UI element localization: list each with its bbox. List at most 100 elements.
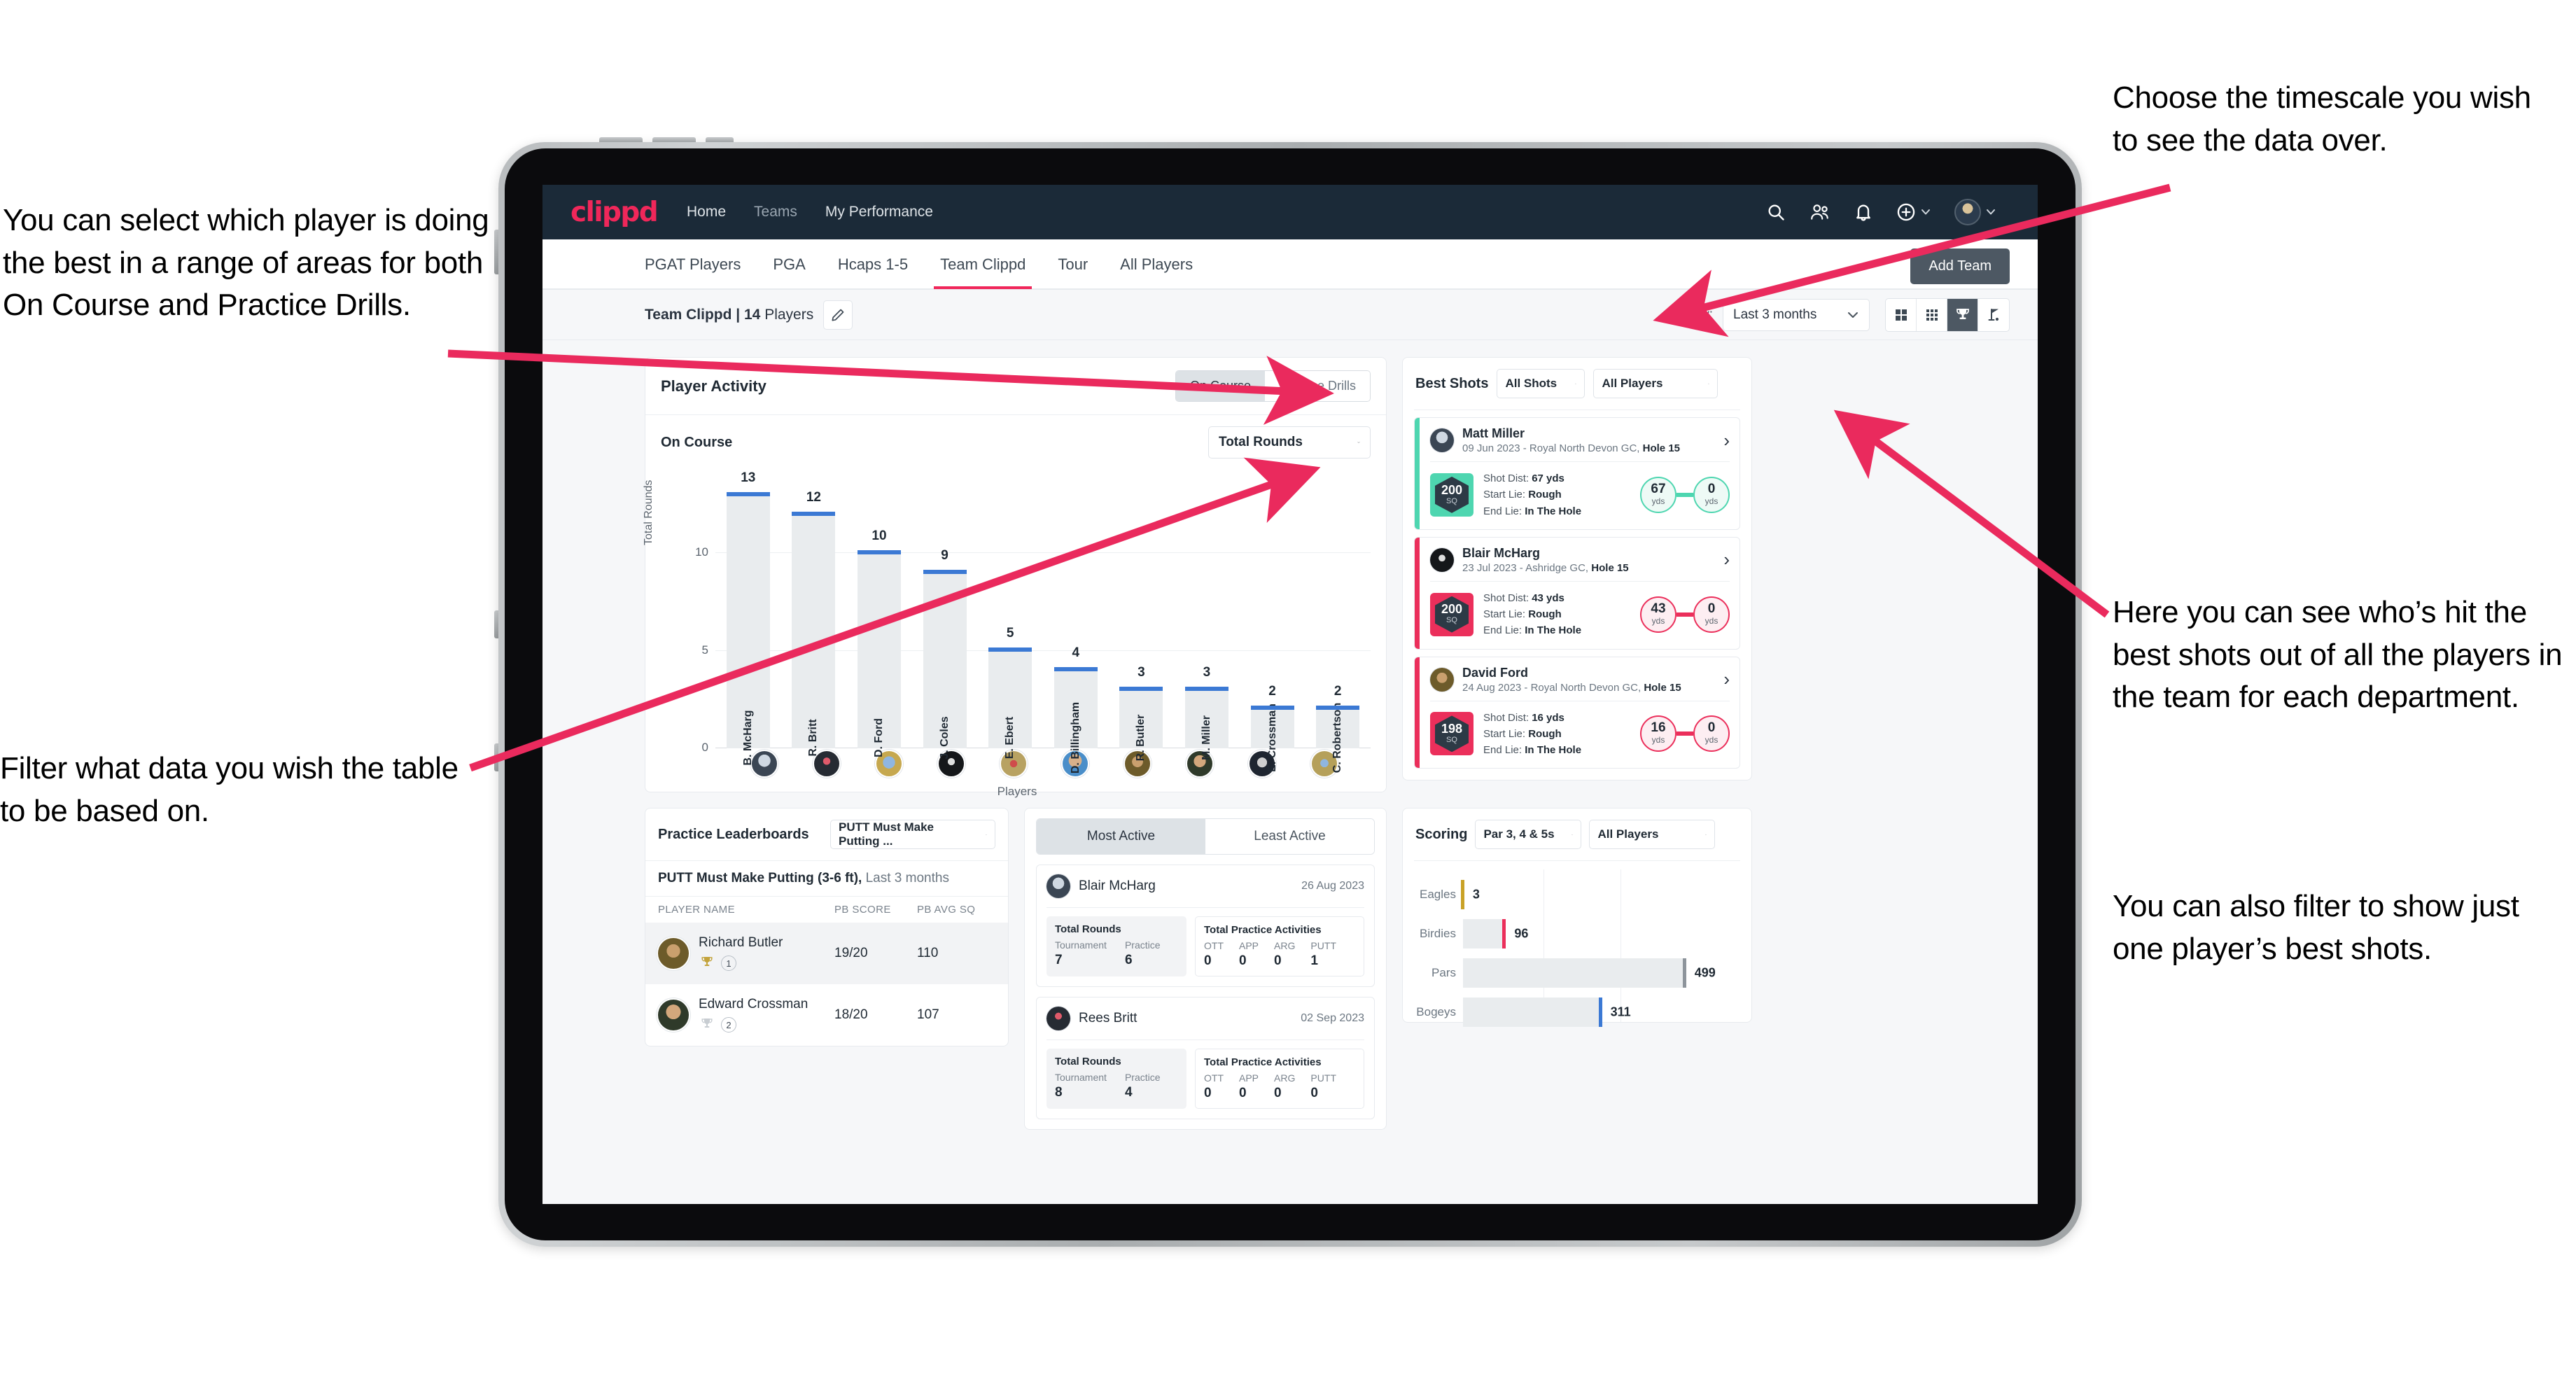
bar[interactable]: R. Butler [1119,686,1163,761]
scoring-player-filter-value: All Players [1597,827,1659,841]
total-rounds-title: Total Rounds [1055,923,1121,935]
bottom-panels: Practice Leaderboards PUTT Must Make Put… [542,792,2038,1130]
bar-group[interactable]: 9 J. Coles [912,475,978,760]
activity-player-card[interactable]: Rees Britt 02 Sep 2023 Total Rounds Tournam… [1036,997,1375,1119]
scoring-bar-row[interactable]: Pars 499 [1415,953,1740,993]
tab-tour[interactable]: Tour [1058,241,1088,288]
best-shot-card[interactable]: Matt Miller 09 Jun 2023 - Royal North Dev… [1414,417,1740,530]
chevron-right-icon[interactable]: › [1723,549,1730,570]
bar-group[interactable]: 12 R. Britt [781,475,847,757]
scoring-player-filter[interactable]: All Players [1589,820,1716,849]
leaderboard-badges: 1 [699,955,834,972]
bar[interactable]: M. Miller [1184,686,1228,760]
bar-group[interactable]: 3 R. Butler [1109,475,1175,761]
drill-select[interactable]: PUTT Must Make Putting ... [830,820,995,849]
stat-value: 0 [1274,953,1282,968]
clippd-logo[interactable]: clippd [570,197,659,228]
tab-all-players[interactable]: All Players [1120,241,1193,288]
scoring-par-filter[interactable]: Par 3, 4 & 5s [1475,820,1582,849]
bar-value-label: 12 [806,489,821,505]
start-distance-node: 16 yds [1640,715,1676,752]
tab-team-clippd[interactable]: Team Clippd [934,241,1032,289]
scoring-value-label: 311 [1610,1004,1631,1019]
bar[interactable]: B. McHarg [726,491,770,766]
chevron-right-icon[interactable]: › [1723,430,1730,451]
tab-hcaps-1-5[interactable]: Hcaps 1-5 [838,241,908,288]
tab-most-active[interactable]: Most Active [1037,819,1205,854]
activity-player-card[interactable]: Blair McHarg 26 Aug 2023 Total Rounds Tourn… [1036,864,1375,987]
nav-link-teams[interactable]: Teams [754,204,797,220]
stat-value: 7 [1055,953,1063,967]
trophy-icon[interactable] [1947,298,1978,331]
player-avatar[interactable] [658,1000,689,1030]
shot-accent-bar [1415,537,1420,649]
bar-group[interactable]: 5 E. Ebert [977,475,1043,759]
chevron-right-icon[interactable]: › [1723,668,1730,690]
tab-pga[interactable]: PGA [773,241,805,288]
edit-team-button[interactable] [823,300,853,330]
users-icon[interactable] [1809,202,1830,222]
player-avatar[interactable] [1046,1007,1070,1030]
bar[interactable]: J. Coles [923,569,967,760]
segment-practice-drills[interactable]: Practice Drills [1264,371,1370,401]
metric-select[interactable]: Total Rounds [1208,426,1371,458]
drill-select-value: PUTT Must Make Putting ... [839,820,934,848]
bar[interactable]: D. Billingham [1054,666,1098,774]
activity-card-header: Blair McHarg 26 Aug 2023 [1037,865,1374,907]
nav-link-home[interactable]: Home [687,204,726,220]
best-shots-shot-filter[interactable]: All Shots [1497,369,1586,398]
stat-value: 0 [1310,1086,1318,1100]
bar[interactable]: D. Ford [857,550,901,757]
best-shot-card[interactable]: David Ford 24 Aug 2023 - Royal North Devo… [1414,656,1740,769]
scoring-bar-row[interactable]: Bogeys 311 [1415,993,1740,1032]
player-avatar[interactable] [1430,667,1454,692]
scoring-bar-row[interactable]: Birdies 96 [1415,914,1740,953]
stat-key: Tournament [1055,1072,1107,1083]
total-rounds-box: Total Rounds Tournament 7 Practice 6 [1046,916,1186,976]
bar-group[interactable]: 2 E. Crossman [1240,475,1306,772]
bell-icon[interactable] [1854,202,1872,222]
player-avatar[interactable] [1430,547,1454,572]
plus-circle-icon[interactable] [1896,202,1931,222]
best-shot-header: Matt Miller 09 Jun 2023 - Royal North Dev… [1415,418,1740,461]
best-shots-player-filter[interactable]: All Players [1593,369,1718,398]
grid-9-icon[interactable] [1917,298,1947,331]
activity-segment-control: On Course Practice Drills [1175,370,1371,402]
bar[interactable]: R. Britt [792,511,836,757]
bar-group[interactable]: 3 M. Miller [1174,475,1240,760]
timescale-select[interactable]: Last 3 months [1723,298,1870,331]
bar[interactable]: C. Robertson [1316,703,1360,773]
golf-flag-icon[interactable] [1978,299,2009,331]
scoring-bar-row[interactable]: Eagles 3 [1415,875,1740,914]
player-avatar[interactable] [1430,428,1454,452]
search-icon[interactable] [1766,202,1786,222]
grid-4-icon[interactable] [1886,298,1917,331]
bar-group[interactable]: 13 B. McHarg [715,470,781,766]
player-avatar[interactable] [750,750,779,778]
player-avatar[interactable] [1046,874,1070,898]
show-label: Show: [1676,307,1713,322]
best-shot-card[interactable]: Blair McHarg 23 Jul 2023 - Ashridge GC, H… [1414,536,1740,650]
chart-player-avatars [664,750,1371,778]
bar-group[interactable]: 2 C. Robertson [1305,475,1371,773]
tab-pgat-players[interactable]: PGAT Players [645,241,741,288]
scoring-chart: Eagles 3 Birdies 96 Pars 499 Bogeys 311 [1403,861,1751,1027]
bar[interactable]: E. Crossman [1250,704,1294,772]
bar-group[interactable]: 4 D. Billingham [1043,475,1109,774]
bar-category-label: B. McHarg [741,710,754,766]
bar[interactable]: E. Ebert [988,648,1032,759]
segment-on-course[interactable]: On Course [1175,371,1265,401]
chart-y-axis-label: Total Rounds [643,479,654,545]
tab-least-active[interactable]: Least Active [1205,819,1374,854]
add-team-button[interactable]: Add Team [1910,248,2010,284]
bar-group[interactable]: 10 D. Ford [846,475,912,757]
end-lie-line: End Lie: In The Hole [1483,505,1582,517]
table-row[interactable]: Richard Butler 1 19/20 110 [645,923,1008,984]
table-row[interactable]: Edward Crossman 2 18/20 107 [645,984,1008,1046]
start-lie-line: Start Lie: Rough [1483,489,1562,501]
player-avatar[interactable] [658,938,689,969]
shot-dist-line: Shot Dist: 16 yds [1483,711,1564,724]
avatar[interactable] [1954,199,1996,225]
nav-link-my-performance[interactable]: My Performance [825,204,933,220]
stat-value: 1 [1310,953,1318,968]
